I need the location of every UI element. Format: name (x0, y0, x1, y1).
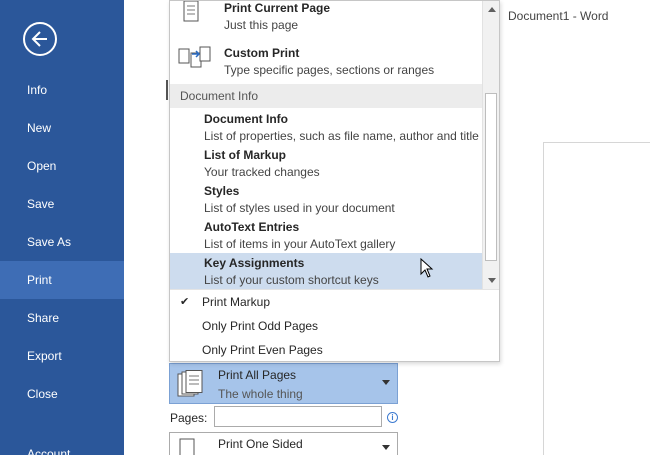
sidebar-item-save[interactable]: Save (0, 185, 124, 223)
current-page-icon (183, 1, 199, 22)
option-subtitle: List of your custom shortcut keys (204, 273, 379, 287)
print-preview-page (543, 142, 650, 455)
print-sides-selector[interactable]: Print One Sided (169, 432, 398, 455)
chevron-down-icon (382, 380, 390, 385)
option-label: Only Print Even Pages (202, 343, 323, 357)
print-range-dropdown: Print Current Page Just this page Custom… (169, 0, 500, 362)
custom-print-icon (178, 46, 211, 68)
sidebar-item-new[interactable]: New (0, 109, 124, 147)
option-title: Document Info (204, 112, 288, 126)
sidebar-item-save-as[interactable]: Save As (0, 223, 124, 261)
dropdown-scroll-area: Print Current Page Just this page Custom… (170, 1, 482, 289)
all-pages-icon (177, 370, 203, 397)
option-title: Styles (204, 184, 240, 198)
print-sides-title: Print One Sided (218, 437, 303, 451)
option-subtitle: Just this page (224, 18, 299, 32)
back-button[interactable] (23, 22, 57, 56)
option-title: Custom Print (224, 46, 300, 60)
scroll-down-button[interactable] (483, 271, 500, 289)
print-range-selector[interactable]: Print All Pages The whole thing (169, 363, 398, 404)
dropdown-scrollbar[interactable] (482, 1, 499, 289)
chevron-down-icon (382, 445, 390, 450)
option-subtitle: Type specific pages, sections or ranges (224, 63, 435, 77)
sidebar-item-export[interactable]: Export (0, 337, 124, 375)
window-title: Document1 - Word (508, 9, 609, 23)
option-title: List of Markup (204, 148, 287, 162)
scroll-up-button[interactable] (483, 1, 500, 19)
pages-input[interactable] (214, 406, 382, 427)
option-key-assignments[interactable]: Key Assignments List of your custom shor… (170, 253, 482, 289)
info-icon[interactable]: i (387, 412, 398, 423)
sidebar-item-open[interactable]: Open (0, 147, 124, 185)
back-arrow-icon (31, 31, 47, 47)
option-custom-print[interactable]: Custom Print Type specific pages, sectio… (170, 44, 482, 80)
option-label: Print Markup (202, 295, 271, 309)
option-subtitle: List of items in your AutoText gallery (204, 237, 396, 251)
option-print-current-page[interactable]: Print Current Page Just this page (170, 1, 482, 35)
option-label: Only Print Odd Pages (202, 319, 319, 333)
option-document-info[interactable]: Document Info List of properties, such a… (170, 109, 482, 145)
sidebar-item-info[interactable]: Info (0, 71, 124, 109)
backstage-sidebar: Info New Open Save Save As Print Share E… (0, 0, 124, 455)
option-autotext-entries[interactable]: AutoText Entries List of items in your A… (170, 217, 482, 253)
sidebar-item-print[interactable]: Print (0, 261, 124, 299)
option-title: AutoText Entries (204, 220, 300, 234)
arrow-down-icon (488, 278, 496, 283)
option-odd-pages[interactable]: Only Print Odd Pages (170, 314, 499, 338)
print-range-subtitle: The whole thing (218, 387, 303, 401)
option-print-markup[interactable]: ✔ Print Markup (170, 290, 499, 314)
option-even-pages[interactable]: Only Print Even Pages (170, 338, 499, 362)
option-subtitle: List of properties, such as file name, a… (204, 129, 479, 143)
option-styles[interactable]: Styles List of styles used in your docum… (170, 181, 482, 217)
checkmark-icon: ✔ (180, 296, 190, 308)
option-subtitle: Your tracked changes (204, 165, 320, 179)
option-subtitle: List of styles used in your document (204, 201, 395, 215)
sidebar-item-share[interactable]: Share (0, 299, 124, 337)
scroll-thumb[interactable] (485, 93, 497, 261)
one-sided-icon (179, 438, 195, 455)
sidebar-item-close[interactable]: Close (0, 375, 124, 413)
settings-edge (166, 80, 168, 100)
option-title: Key Assignments (204, 256, 305, 270)
option-list-of-markup[interactable]: List of Markup Your tracked changes (170, 145, 482, 181)
print-range-title: Print All Pages (218, 368, 297, 382)
option-title: Print Current Page (224, 1, 331, 15)
section-header-document-info: Document Info (170, 84, 482, 108)
pages-label: Pages: (170, 411, 208, 425)
mouse-cursor-icon (420, 258, 434, 278)
arrow-up-icon (488, 7, 496, 12)
sidebar-item-account[interactable]: Account (0, 435, 124, 455)
section-header-label: Document Info (180, 89, 259, 103)
